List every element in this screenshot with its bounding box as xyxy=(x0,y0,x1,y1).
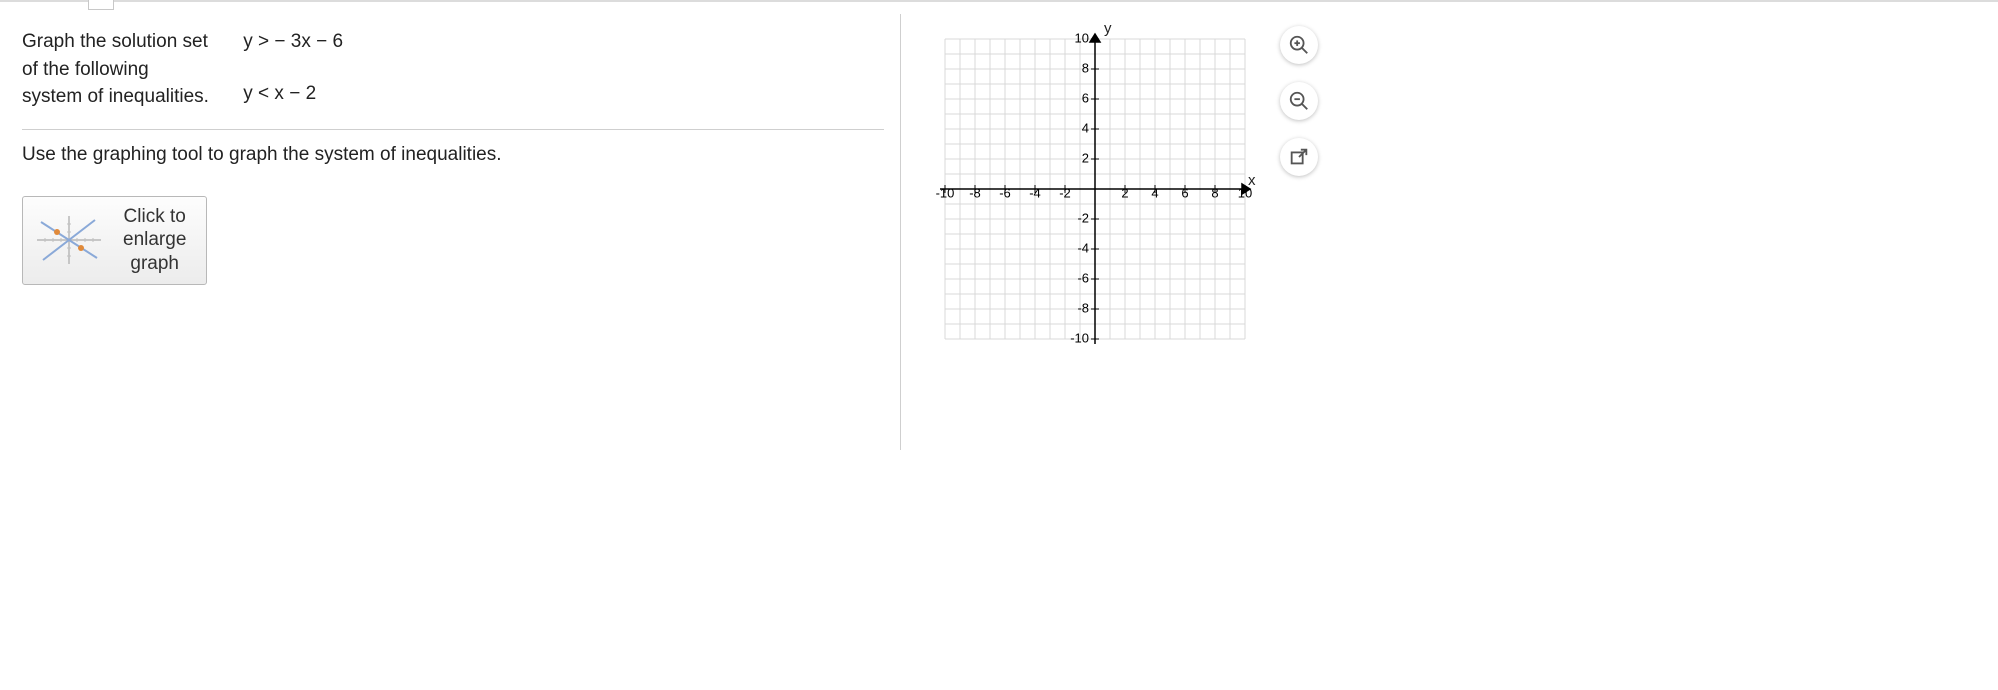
svg-text:-6: -6 xyxy=(999,185,1011,200)
popout-icon xyxy=(1288,146,1310,168)
prompt-line1: Graph the solution set xyxy=(22,31,208,52)
svg-text:4: 4 xyxy=(1151,185,1158,200)
svg-text:2: 2 xyxy=(1082,150,1089,165)
svg-text:-8: -8 xyxy=(1077,300,1089,315)
instruction-text: Use the graphing tool to graph the syste… xyxy=(22,130,884,166)
zoom-in-button[interactable] xyxy=(1280,26,1318,64)
svg-text:2: 2 xyxy=(1121,185,1128,200)
prompt-line2: of the following xyxy=(22,59,149,80)
svg-text:4: 4 xyxy=(1082,120,1089,135)
svg-text:-4: -4 xyxy=(1029,185,1041,200)
zoom-in-icon xyxy=(1288,34,1310,56)
svg-text:6: 6 xyxy=(1181,185,1188,200)
svg-text:-2: -2 xyxy=(1059,185,1071,200)
question-block: Graph the solution set of the following … xyxy=(22,28,884,130)
coordinate-graph[interactable]: y x -10-8-6-4-2246810 -10-8-6-4-2246810 xyxy=(930,24,1270,359)
enlarge-graph-button[interactable]: Click to enlarge graph xyxy=(22,196,207,285)
svg-text:-8: -8 xyxy=(969,185,981,200)
inequality-2: y < x − 2 xyxy=(243,80,343,108)
popout-button[interactable] xyxy=(1280,138,1318,176)
svg-text:6: 6 xyxy=(1082,90,1089,105)
zoom-out-icon xyxy=(1288,90,1310,112)
y-axis-label: y xyxy=(1104,20,1112,37)
graph-thumbnail-icon xyxy=(33,212,105,268)
enlarge-line2: enlarge xyxy=(123,229,186,250)
enlarge-line1: Click to xyxy=(124,206,186,227)
prompt-line3: system of inequalities. xyxy=(22,86,209,107)
svg-text:8: 8 xyxy=(1082,60,1089,75)
tab-stub xyxy=(88,0,114,10)
enlarge-line3: graph xyxy=(130,253,179,274)
svg-text:-6: -6 xyxy=(1077,270,1089,285)
svg-text:-10: -10 xyxy=(936,185,955,200)
zoom-out-button[interactable] xyxy=(1280,82,1318,120)
x-axis-label: x xyxy=(1248,172,1256,189)
svg-text:-2: -2 xyxy=(1077,210,1089,225)
svg-text:-4: -4 xyxy=(1077,240,1089,255)
svg-text:10: 10 xyxy=(1075,30,1089,45)
inequality-1: y > − 3x − 6 xyxy=(243,28,343,56)
svg-text:8: 8 xyxy=(1211,185,1218,200)
svg-text:-10: -10 xyxy=(1070,330,1089,345)
